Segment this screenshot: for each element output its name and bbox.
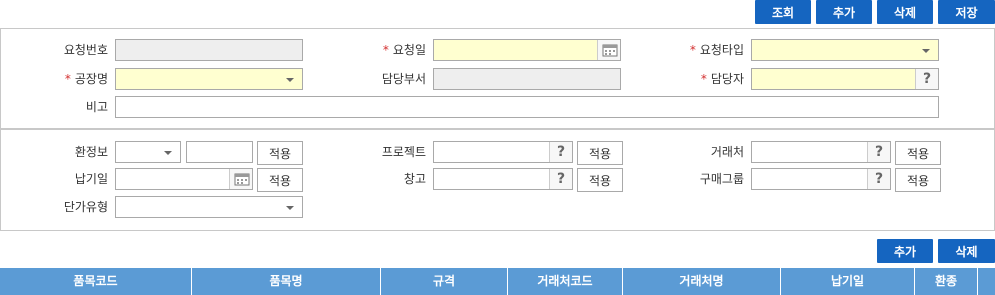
calendar-icon[interactable] <box>229 169 252 189</box>
warehouse-label: 창고 <box>403 172 426 186</box>
apply-project-button[interactable]: 적용 <box>577 141 623 165</box>
vendor-label: 거래처 <box>710 145 744 159</box>
column-header-item-code[interactable]: 품목코드 <box>0 268 192 295</box>
factory-select[interactable] <box>115 68 303 90</box>
req-type-select[interactable] <box>751 39 939 61</box>
grid-add-button[interactable]: 추가 <box>877 239 933 263</box>
help-icon[interactable]: ? <box>867 142 890 162</box>
search-button[interactable]: 조회 <box>755 0 811 24</box>
project-label: 프로젝트 <box>381 145 426 159</box>
chevron-down-icon <box>922 49 930 53</box>
apply-due-date-button[interactable]: 적용 <box>257 168 303 192</box>
apply-purchase-group-button[interactable]: 적용 <box>895 168 941 192</box>
price-type-select[interactable] <box>115 196 303 218</box>
column-header-item-name[interactable]: 품목명 <box>192 268 381 295</box>
req-no-field[interactable] <box>115 39 303 61</box>
req-date-label: * 요청일 <box>382 43 426 57</box>
save-button[interactable]: 저장 <box>938 0 995 24</box>
column-header-vendor-name[interactable]: 거래처명 <box>623 268 781 295</box>
grid-delete-button[interactable]: 삭제 <box>938 239 995 263</box>
chevron-down-icon <box>164 151 172 155</box>
due-date-label: 납기일 <box>74 172 108 186</box>
price-type-label: 단가유형 <box>63 200 108 214</box>
table-header: 품목코드 품목명 규격 거래처코드 거래처명 납기일 환종 <box>0 268 995 295</box>
help-icon[interactable]: ? <box>549 169 572 189</box>
help-icon[interactable]: ? <box>915 69 938 89</box>
req-no-label: 요청번호 <box>63 43 108 57</box>
column-header-scroll-spacer <box>978 268 995 295</box>
req-date-field[interactable] <box>433 39 621 61</box>
purchase-group-label: 구매그룹 <box>699 172 744 186</box>
manager-field[interactable]: ? <box>751 68 939 90</box>
factory-label: * 공장명 <box>64 72 108 86</box>
add-button[interactable]: 추가 <box>816 0 872 24</box>
exchange-rate-input[interactable] <box>186 141 253 163</box>
dept-label: 담당부서 <box>381 72 426 86</box>
column-header-spec[interactable]: 규격 <box>381 268 508 295</box>
delete-button[interactable]: 삭제 <box>877 0 933 24</box>
dept-field[interactable] <box>433 68 621 90</box>
currency-select[interactable] <box>115 141 181 163</box>
manager-label: * 담당자 <box>700 72 744 86</box>
apply-currency-button[interactable]: 적용 <box>257 141 303 165</box>
column-header-due-date[interactable]: 납기일 <box>781 268 915 295</box>
apply-warehouse-button[interactable]: 적용 <box>577 168 623 192</box>
chevron-down-icon <box>286 78 294 82</box>
chevron-down-icon <box>286 206 294 210</box>
column-header-vendor-code[interactable]: 거래처코드 <box>508 268 623 295</box>
column-header-currency[interactable]: 환종 <box>915 268 978 295</box>
warehouse-field[interactable]: ? <box>433 168 573 190</box>
help-icon[interactable]: ? <box>867 169 890 189</box>
remark-field[interactable] <box>115 96 939 118</box>
currency-label: 환정보 <box>74 145 108 159</box>
due-date-field[interactable] <box>115 168 253 190</box>
vendor-field[interactable]: ? <box>751 141 891 163</box>
apply-vendor-button[interactable]: 적용 <box>895 141 941 165</box>
project-field[interactable]: ? <box>433 141 573 163</box>
calendar-icon[interactable] <box>597 40 620 60</box>
req-type-label: * 요청타입 <box>689 43 744 57</box>
remark-label: 비고 <box>85 100 108 114</box>
help-icon[interactable]: ? <box>549 142 572 162</box>
purchase-group-field[interactable]: ? <box>751 168 891 190</box>
